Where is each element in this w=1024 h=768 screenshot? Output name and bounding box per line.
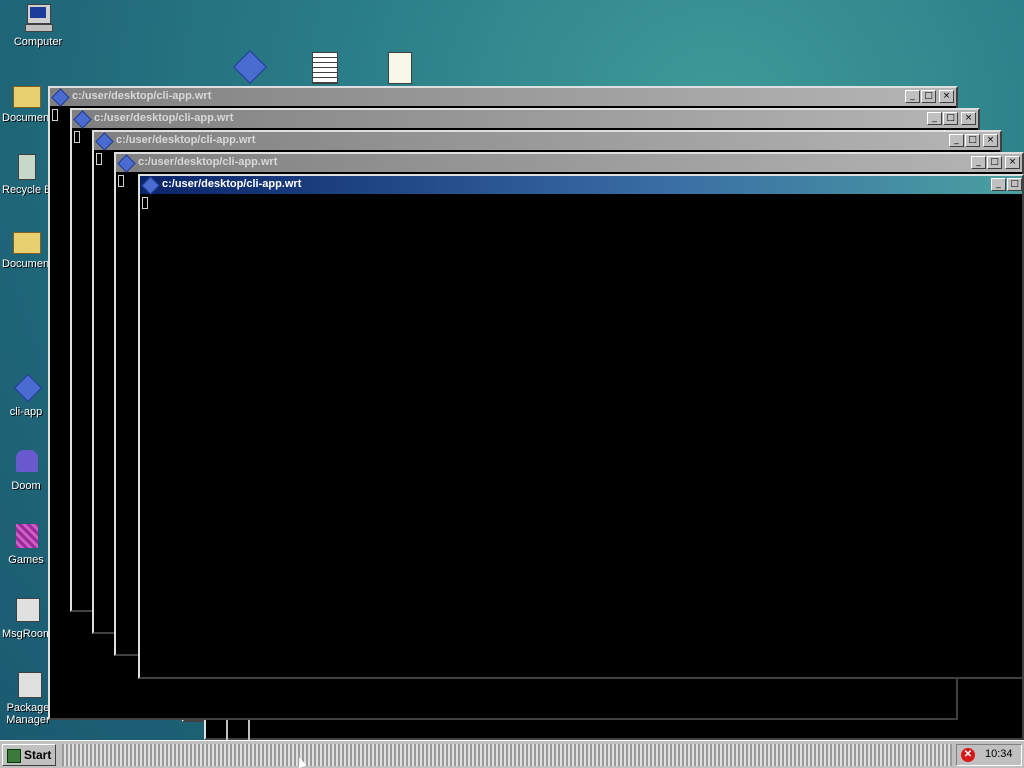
- clock[interactable]: 10:34: [985, 748, 1013, 760]
- maximize-button[interactable]: □: [921, 90, 936, 103]
- start-label: Start: [24, 748, 52, 762]
- maximize-button[interactable]: □: [987, 156, 1002, 169]
- window-title: c:/user/desktop/cli-app.wrt: [116, 134, 256, 146]
- taskbar: Start ✕ 10:34: [0, 740, 1024, 768]
- start-button[interactable]: Start: [2, 744, 56, 766]
- desktop-icon-doom[interactable]: Doom: [2, 446, 50, 492]
- desktop-icon-documents[interactable]: Documents: [2, 78, 50, 124]
- minimize-button[interactable]: _: [949, 134, 964, 147]
- desktop-icon-label: Package Manager: [6, 702, 50, 726]
- desktop-icon-msgroom[interactable]: MsgRoom: [2, 594, 50, 640]
- desktop-icon-label: MsgRoom: [2, 628, 50, 640]
- minimize-button[interactable]: _: [905, 90, 920, 103]
- title-bar[interactable]: c:/user/desktop/cli-app.wrt _ □ ×: [94, 132, 1000, 151]
- folder-icon: [10, 224, 42, 256]
- title-bar[interactable]: c:/user/desktop/cli-app.wrt _ □: [140, 176, 1022, 195]
- title-bar[interactable]: c:/user/desktop/cli-app.wrt _ □ ×: [116, 154, 1022, 173]
- desktop-icon-label: Games: [8, 554, 44, 566]
- desktop-icon-label: Computer: [13, 36, 63, 48]
- error-icon[interactable]: ✕: [961, 748, 975, 762]
- desktop-icon-computer[interactable]: Computer: [6, 2, 70, 48]
- minimize-button[interactable]: _: [927, 112, 942, 125]
- maximize-button[interactable]: □: [965, 134, 980, 147]
- document-icon[interactable]: [388, 52, 412, 84]
- msgroom-icon: [10, 594, 42, 626]
- window-title: c:/user/desktop/cli-app.wrt: [162, 178, 302, 190]
- close-button[interactable]: ×: [1005, 156, 1020, 169]
- title-bar[interactable]: c:/user/desktop/cli-app.wrt _ □ ×: [50, 88, 956, 107]
- window-title: c:/user/desktop/cli-app.wrt: [94, 112, 234, 124]
- text-cursor: [118, 175, 124, 187]
- desktop-icon-label: cli-app: [9, 406, 43, 418]
- desktop-icon-label: Recycle Bin: [2, 184, 50, 196]
- computer-icon: [22, 2, 54, 34]
- title-bar[interactable]: c:/user/desktop/cli-app.wrt _ □ ×: [72, 110, 978, 129]
- app-icon: [51, 88, 70, 107]
- start-icon: [7, 749, 21, 763]
- desktop-icon-label: Doom: [11, 480, 41, 492]
- diamond-icon[interactable]: [233, 50, 267, 84]
- close-button[interactable]: ×: [961, 112, 976, 125]
- desktop-icon-label: Documents: [2, 112, 50, 124]
- taskbar-task-area[interactable]: [62, 744, 952, 766]
- text-cursor: [74, 131, 80, 143]
- desktop-icon-games[interactable]: Games: [2, 520, 50, 566]
- terminal-window-active[interactable]: c:/user/desktop/cli-app.wrt _ □: [138, 174, 1024, 679]
- desktop-icon-cli-app[interactable]: cli-app: [2, 372, 50, 418]
- window-title: c:/user/desktop/cli-app.wrt: [138, 156, 278, 168]
- notepad-icon[interactable]: [312, 52, 338, 84]
- desktop-icon-package-manager[interactable]: Package Manager: [2, 668, 54, 726]
- minimize-button[interactable]: _: [971, 156, 986, 169]
- maximize-button[interactable]: □: [943, 112, 958, 125]
- doom-icon: [10, 446, 42, 478]
- cli-app-icon: [10, 372, 43, 404]
- app-icon: [95, 132, 114, 151]
- package-manager-icon: [12, 668, 44, 700]
- window-title: c:/user/desktop/cli-app.wrt: [72, 90, 212, 102]
- text-cursor: [52, 109, 58, 121]
- desktop-icon-documents-2[interactable]: Documents: [2, 224, 50, 270]
- text-cursor: [142, 197, 148, 209]
- app-icon: [141, 176, 160, 195]
- recycle-bin-icon: [10, 150, 42, 182]
- system-tray: ✕ 10:34: [956, 744, 1022, 766]
- desktop-icon-recycle-bin[interactable]: Recycle Bin: [2, 150, 50, 196]
- desktop-icon-label: Documents: [2, 258, 50, 270]
- app-icon: [117, 154, 136, 173]
- close-button[interactable]: ×: [983, 134, 998, 147]
- folder-icon: [10, 78, 42, 110]
- games-icon: [10, 520, 42, 552]
- maximize-button[interactable]: □: [1007, 178, 1022, 191]
- minimize-button[interactable]: _: [991, 178, 1006, 191]
- close-button[interactable]: ×: [939, 90, 954, 103]
- text-cursor: [96, 153, 102, 165]
- app-icon: [73, 110, 92, 129]
